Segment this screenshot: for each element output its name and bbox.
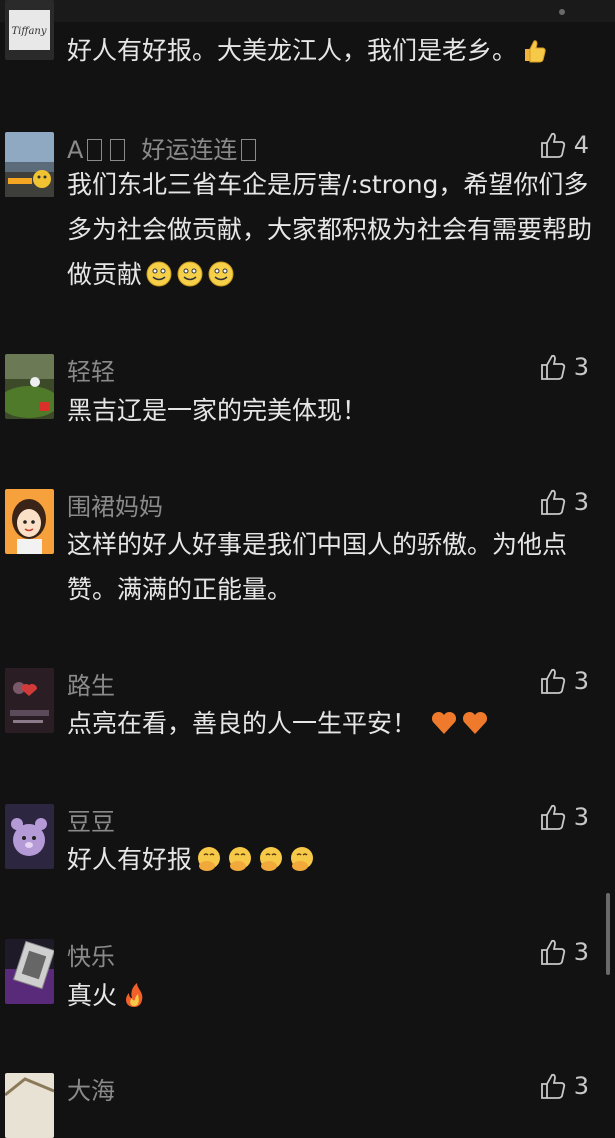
like-button[interactable]: 3 [540,352,589,382]
comment-text: 这样的好人好事是我们中国人的骄傲。为他点 赞。满满的正能量。 [67,522,587,612]
comment-text: 好人有好报。大美龙江人，我们是老乡。 [67,28,587,73]
avatar[interactable]: Tiffany [5,0,54,60]
like-count: 4 [573,131,589,159]
comment-author[interactable]: A 好运连连 [67,130,260,165]
thumbs-up-outline-icon [540,354,565,380]
face-with-hand-over-mouth-emoji [229,847,252,871]
face-with-hand-over-mouth-emoji [198,847,221,871]
missing-glyph-icon [110,139,126,161]
comment-author[interactable]: 大海 [67,1071,115,1106]
avatar[interactable] [5,1073,54,1138]
comment-text-line: 多为社会做贡献，大家都积极为社会有需要帮助 [67,215,593,244]
status-dot [559,9,565,15]
comment-text-content: 真火 [67,981,118,1010]
avatar-logo-text: Tiffany [11,26,46,37]
smile-emoji [177,261,203,287]
like-count: 3 [573,938,589,966]
comment-text-content: 做贡献 [67,260,143,289]
orange-heart-emoji [462,711,488,734]
comment-text-content: 好人有好报。大美龙江人，我们是老乡。 [67,36,518,65]
thumbs-up-outline-icon [540,489,565,515]
comment-text: 我们东北三省车企是厉害/:strong，希望你们多 多为社会做贡献，大家都积极为… [67,162,593,297]
comment-text-content: 点亮在看，善良的人一生平安！ [67,709,418,738]
comment-text-line: 这样的好人好事是我们中国人的骄傲。为他点 [67,530,568,559]
top-bar [0,0,615,22]
thumbs-up-outline-icon [540,668,565,694]
missing-glyph-icon [87,139,103,161]
like-button[interactable]: 4 [540,130,589,160]
thumbs-up-outline-icon [540,132,565,158]
thumbs-up-emoji [525,40,546,63]
like-count: 3 [573,488,589,516]
avatar[interactable] [5,354,54,419]
like-button[interactable]: 3 [540,802,589,832]
comment-author[interactable]: 围裙妈妈 [67,487,163,522]
comment-text-content: 好人有好报 [67,845,193,874]
like-count: 3 [573,803,589,831]
like-button[interactable]: 3 [540,487,589,517]
comment-text: 好人有好报 [67,837,587,882]
like-button[interactable]: 3 [540,1071,589,1101]
comment-text: 黑吉辽是一家的完美体现！ [67,396,368,425]
comment-text: 真火 [67,973,587,1018]
author-name-prefix: A [67,136,84,164]
thumbs-up-outline-icon [540,939,565,965]
comment-text-line: 赞。满满的正能量。 [67,575,293,604]
comment-text-line: 我们东北三省车企是厉害/:strong，希望你们多 [67,170,589,199]
like-count: 3 [573,667,589,695]
face-with-hand-over-mouth-emoji [260,847,283,871]
missing-glyph-icon [241,139,257,161]
avatar[interactable] [5,668,54,733]
like-count: 3 [573,1072,589,1100]
like-count: 3 [573,353,589,381]
avatar[interactable] [5,804,54,869]
smile-emoji [208,261,234,287]
avatar[interactable] [5,132,54,197]
like-button[interactable]: 3 [540,666,589,696]
orange-heart-emoji [431,711,457,734]
comment-author[interactable]: 快乐 [67,937,115,972]
like-button[interactable]: 3 [540,937,589,967]
comment-author[interactable]: 路生 [67,666,115,701]
face-with-hand-over-mouth-emoji [291,847,314,871]
author-name-suffix: 好运连连 [141,136,238,164]
avatar[interactable] [5,939,54,1004]
fire-emoji [126,983,143,1007]
comment-author[interactable]: 轻轻 [67,352,115,387]
thumbs-up-outline-icon [540,1073,565,1099]
comment-author[interactable]: 豆豆 [67,802,115,837]
thumbs-up-outline-icon [540,804,565,830]
comment-text: 点亮在看，善良的人一生平安！ [67,701,587,746]
comment-text-line: 做贡献 [67,252,587,297]
smile-emoji [146,261,172,287]
avatar[interactable] [5,489,54,554]
scrollbar[interactable] [606,893,610,975]
